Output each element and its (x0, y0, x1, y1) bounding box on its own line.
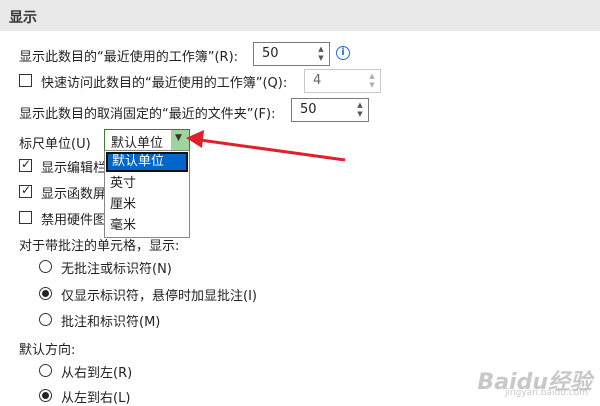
annotation-arrow (186, 130, 346, 162)
watermark-url: jingyan.baidu.com (504, 388, 588, 398)
arrow-shaft (199, 138, 346, 162)
arrow-head (186, 130, 204, 148)
